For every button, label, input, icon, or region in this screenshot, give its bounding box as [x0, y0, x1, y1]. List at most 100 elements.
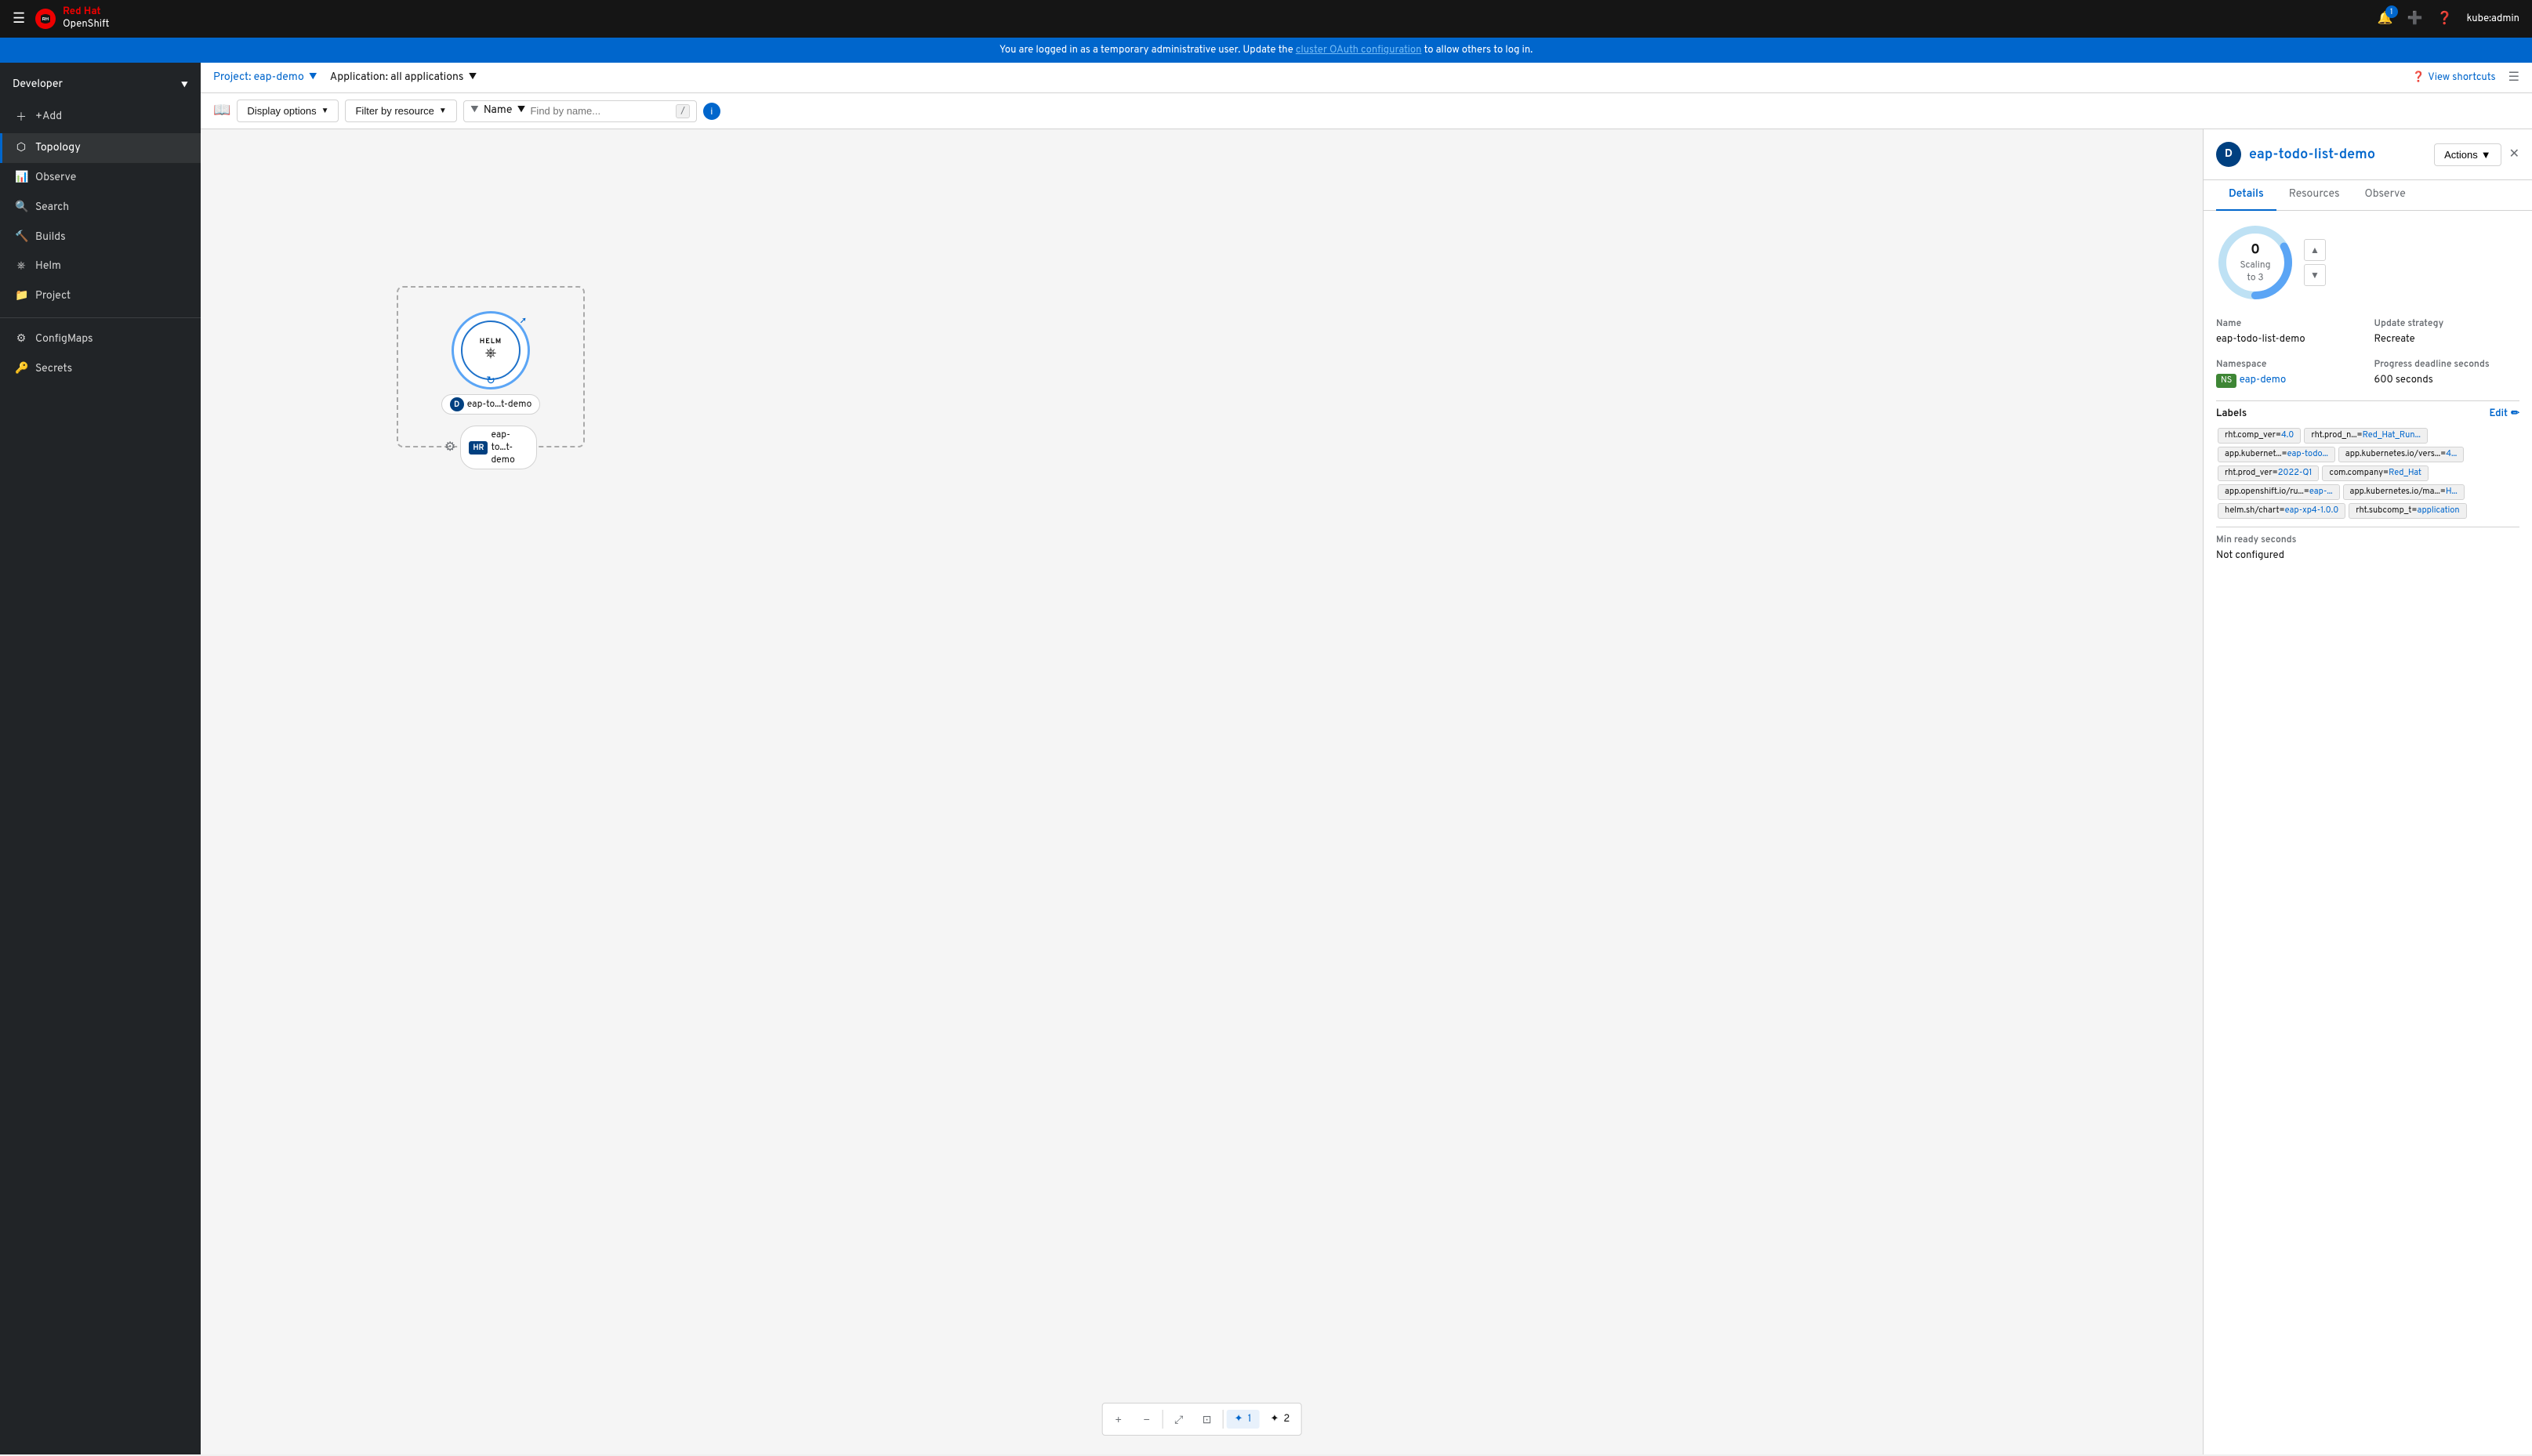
perspective-switcher[interactable]: Developer ▼ — [0, 69, 201, 101]
sidebar-item-topology[interactable]: ⬡ Topology — [0, 133, 201, 163]
node-label[interactable]: D eap-to...t-demo — [441, 394, 541, 415]
min-ready-label: Min ready seconds — [2216, 534, 2362, 546]
label-tag: app.kubernet...=eap-todo... — [2218, 447, 2335, 462]
label-value-link[interactable]: 4... — [2446, 449, 2457, 460]
search-icon: 🔍 — [15, 201, 27, 215]
list-view-button[interactable]: ☰ — [2508, 69, 2519, 86]
zoom-out-button[interactable]: − — [1134, 1407, 1159, 1432]
label-value-link[interactable]: eap-... — [2309, 487, 2333, 498]
tab-resources[interactable]: Resources — [2276, 180, 2352, 211]
find-by-name-input[interactable] — [530, 105, 671, 117]
app-layout: Developer ▼ ＋ +Add ⬡ Topology 📊 Observe … — [0, 63, 2532, 1454]
label-tag: rht.prod_n...=Red_Hat_Run... — [2304, 428, 2427, 444]
perspective-label: Developer — [13, 78, 63, 92]
label-value-link[interactable]: Red_Hat_Run... — [2363, 430, 2421, 441]
sidebar-item-add[interactable]: ＋ +Add — [0, 101, 201, 133]
label-value-link[interactable]: 4.0 — [2281, 430, 2294, 441]
observe-icon: 📊 — [15, 171, 27, 185]
tab-observe-label: Observe — [2365, 188, 2406, 201]
user-menu[interactable]: kube:admin — [2467, 13, 2519, 25]
sidebar-item-builds[interactable]: 🔨 Builds — [0, 223, 201, 252]
keyboard-shortcut-badge: / — [676, 104, 689, 118]
edit-pencil-icon: ✏ — [2511, 407, 2519, 420]
label-value-link[interactable]: Red_Hat — [2389, 468, 2421, 479]
refresh-icon[interactable]: ↻ — [486, 375, 495, 389]
filter-by-resource-button[interactable]: Filter by resource ▼ — [345, 100, 456, 122]
label-tag: rht.comp_ver=4.0 — [2218, 428, 2301, 444]
helm-release-label[interactable]: HR eap-to...t-demo — [460, 426, 537, 469]
configmaps-icon: ⚙ — [15, 332, 27, 346]
scaling-circle-text: 0 Scaling to 3 — [2236, 241, 2275, 284]
label-value-link[interactable]: eap-xp4-1.0.0 — [2285, 505, 2339, 516]
banner-text-after: to allow others to log in. — [1424, 44, 1533, 56]
hamburger-menu[interactable]: ☰ — [13, 10, 25, 28]
sidebar-item-project[interactable]: 📁 Project — [0, 281, 201, 311]
nav-icons-group: 🔔 1 ➕ ❓ kube:admin — [2378, 10, 2519, 27]
display-options-button[interactable]: Display options ▼ — [237, 100, 339, 122]
panel-divider — [2216, 400, 2519, 401]
zoom-controls: + − ⤢ ⊡ ✦ 1 ✦ 2 — [1102, 1403, 1302, 1436]
notification-badge: 1 — [2385, 5, 2398, 18]
label-value-link[interactable]: H... — [2446, 487, 2458, 498]
scale-down-button[interactable]: ▼ — [2304, 264, 2326, 286]
zoom-option-2-label: 2 — [1283, 1413, 1290, 1425]
right-panel-title: eap-todo-list-demo — [2249, 146, 2426, 164]
namespace-label: Namespace — [2216, 358, 2362, 371]
edit-labels-button[interactable]: Edit ✏ — [2490, 407, 2519, 420]
label-tag: com.company=Red_Hat — [2322, 465, 2429, 481]
namespace-link[interactable]: eap-demo — [2240, 374, 2287, 386]
project-label: Project: eap-demo — [213, 71, 304, 85]
builds-icon: 🔨 — [15, 230, 27, 244]
detail-namespace: Namespace NS eap-demo — [2216, 358, 2362, 388]
tab-details[interactable]: Details — [2216, 180, 2276, 211]
edit-labels-text: Edit — [2490, 407, 2508, 420]
sidebar: Developer ▼ ＋ +Add ⬡ Topology 📊 Observe … — [0, 63, 201, 1454]
project-chevron-icon: ▼ — [309, 71, 317, 85]
scaling-widget: 0 Scaling to 3 ▲ ▼ — [2216, 223, 2519, 302]
info-banner: You are logged in as a temporary adminis… — [0, 38, 2532, 63]
tab-details-label: Details — [2229, 188, 2264, 201]
topology-canvas[interactable]: HELM ⎈ ↗ ↻ D eap-to...t-demo — [201, 129, 2203, 1454]
view-shortcuts-button[interactable]: ❓ View shortcuts — [2412, 71, 2496, 84]
actions-button[interactable]: Actions ▼ — [2434, 143, 2501, 166]
filter-funnel-icon: ▼ — [470, 104, 479, 118]
panel-details-content: 0 Scaling to 3 ▲ ▼ Name eap — [2204, 211, 2532, 587]
details-grid: Name eap-todo-list-demo Update strategy … — [2216, 317, 2519, 388]
cluster-oauth-link[interactable]: cluster OAuth configuration — [1296, 44, 1422, 56]
close-panel-button[interactable]: ✕ — [2509, 146, 2519, 163]
label-value-link[interactable]: 2022-Q1 — [2278, 468, 2313, 479]
zoom-option-1-label: 1 — [1248, 1413, 1252, 1425]
detail-update-strategy: Update strategy Recreate — [2374, 317, 2520, 346]
notification-bell-icon[interactable]: 🔔 1 — [2378, 10, 2393, 27]
helm-circle-outer[interactable]: HELM ⎈ ↗ ↻ — [452, 311, 530, 389]
detail-min-ready: Min ready seconds Not configured — [2216, 534, 2362, 562]
right-panel-header: D eap-todo-list-demo Actions ▼ ✕ — [2204, 129, 2532, 180]
info-button[interactable]: i — [703, 103, 720, 120]
tab-observe[interactable]: Observe — [2352, 180, 2418, 211]
zoom-in-button[interactable]: + — [1106, 1407, 1131, 1432]
project-selector[interactable]: Project: eap-demo ▼ — [213, 71, 317, 85]
label-value-link[interactable]: eap-todo... — [2287, 449, 2328, 460]
zoom-option-2[interactable]: ✦ 2 — [1262, 1410, 1297, 1429]
scale-up-button[interactable]: ▲ — [2304, 239, 2326, 261]
sidebar-item-observe[interactable]: 📊 Observe — [0, 163, 201, 193]
name-value: eap-todo-list-demo — [2216, 333, 2362, 346]
sidebar-item-search[interactable]: 🔍 Search — [0, 193, 201, 223]
add-circle-icon[interactable]: ➕ — [2407, 10, 2423, 27]
help-icon[interactable]: ❓ — [2437, 10, 2453, 27]
external-link-icon[interactable]: ↗ — [521, 315, 526, 328]
application-selector[interactable]: Application: all applications ▼ — [330, 71, 477, 85]
namespace-value: NS eap-demo — [2216, 374, 2362, 388]
zoom-option-1[interactable]: ✦ 1 — [1227, 1410, 1260, 1429]
book-icon[interactable]: 📖 — [213, 102, 230, 120]
sidebar-item-configmaps[interactable]: ⚙ ConfigMaps — [0, 324, 201, 354]
namespace-badge: NS — [2216, 374, 2236, 388]
fit-to-screen-button[interactable]: ⤢ — [1166, 1407, 1192, 1432]
sidebar-item-secrets[interactable]: 🔑 Secrets — [0, 354, 201, 384]
label-tag: app.kubernetes.io/ma...=H... — [2343, 484, 2465, 500]
name-filter-group: ▼ Name ▼ / — [463, 100, 697, 122]
label-value-link[interactable]: application — [2418, 505, 2460, 516]
scaling-arrows: ▲ ▼ — [2304, 239, 2326, 286]
reset-view-button[interactable]: ⊡ — [1195, 1407, 1220, 1432]
sidebar-item-helm[interactable]: ⎈ Helm — [0, 252, 201, 281]
